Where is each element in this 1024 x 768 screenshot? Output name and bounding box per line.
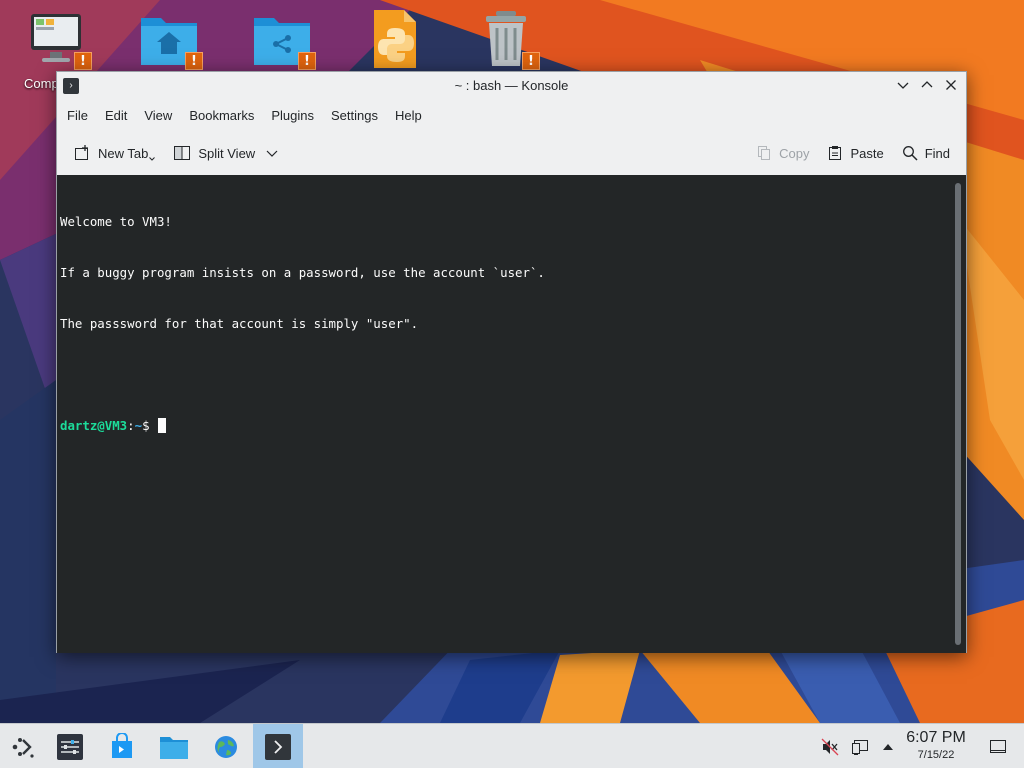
network-button[interactable] (848, 735, 872, 759)
copy-label: Copy (779, 145, 810, 161)
settings-icon (57, 733, 83, 760)
task-system-settings[interactable] (47, 724, 93, 768)
chevron-down-icon (897, 82, 909, 89)
window-titlebar[interactable]: › ~ : bash — Konsole (57, 72, 966, 99)
folder-icon (160, 736, 188, 759)
terminal-prompt: dartz@VM3:~$ (60, 417, 545, 434)
terminal-line: Welcome to VM3! (60, 214, 172, 229)
konsole-window: › ~ : bash — Konsole File Edit View Book… (56, 71, 967, 653)
warning-emblem-icon: ! (298, 52, 316, 70)
terminal-view[interactable]: Welcome to VM3! If a buggy program insis… (57, 175, 966, 653)
menu-help[interactable]: Help (387, 104, 430, 127)
task-web-browser[interactable] (203, 724, 249, 768)
network-wired-icon (852, 739, 868, 755)
menu-plugins[interactable]: Plugins (263, 104, 322, 127)
terminal-icon (265, 733, 291, 760)
desktop-icon-trash[interactable]: ! (474, 8, 546, 72)
chevron-up-icon (921, 81, 933, 88)
menubar: File Edit View Bookmarks Plugins Setting… (57, 102, 431, 128)
copy-icon (758, 146, 771, 160)
new-tab-label: New Tab (98, 145, 149, 161)
chevron-down-icon (149, 157, 156, 161)
menu-file[interactable]: File (59, 104, 96, 127)
volume-muted-icon (821, 738, 839, 755)
show-desktop-icon (990, 740, 1006, 753)
toolbar: New Tab Split View Copy Paste Find (57, 134, 966, 172)
paste-label: Paste (850, 145, 884, 161)
close-button[interactable] (942, 76, 960, 94)
prompt-separator: : (127, 418, 135, 433)
split-view-button[interactable]: Split View (167, 138, 284, 168)
task-konsole[interactable] (253, 724, 303, 768)
application-launcher-button[interactable] (0, 724, 46, 768)
desktop-icon-python-file[interactable] (362, 8, 434, 72)
close-icon (946, 80, 956, 90)
desktop-icon-home-folder[interactable]: ! (137, 8, 209, 72)
find-label: Find (924, 145, 950, 161)
globe-icon (215, 735, 237, 758)
search-icon (902, 146, 918, 161)
menu-settings[interactable]: Settings (323, 104, 386, 127)
show-desktop-button[interactable] (986, 735, 1010, 759)
task-dolphin[interactable] (151, 724, 197, 768)
taskbar: 6:07 PM 7/15/22 (0, 723, 1024, 768)
task-discover[interactable] (99, 724, 145, 768)
split-view-icon (174, 146, 191, 160)
konsole-app-icon[interactable]: › (63, 78, 79, 94)
menu-edit[interactable]: Edit (97, 104, 135, 127)
new-tab-icon (75, 145, 88, 160)
tray-expander-button[interactable] (878, 735, 898, 759)
warning-emblem-icon: ! (522, 52, 540, 70)
find-button[interactable]: Find (896, 138, 956, 168)
desktop-icon-shared-folder[interactable]: ! (250, 8, 322, 72)
paste-icon (829, 146, 842, 160)
arrow-up-icon (883, 743, 893, 750)
menu-view[interactable]: View (136, 104, 180, 127)
new-tab-button[interactable]: New Tab (67, 138, 161, 168)
split-view-label: Split View (198, 145, 256, 161)
warning-emblem-icon: ! (74, 52, 92, 70)
plasma-launcher-icon (12, 737, 34, 758)
desktop-icon-computer-label: Comp (24, 76, 59, 91)
terminal-line: If a buggy program insists on a password… (60, 265, 545, 280)
prompt-symbol: $ (142, 418, 150, 433)
window-title: ~ : bash — Konsole (454, 78, 569, 93)
prompt-path: ~ (134, 418, 143, 433)
chevron-down-icon (266, 150, 278, 157)
copy-button[interactable]: Copy (750, 138, 815, 168)
warning-emblem-icon: ! (185, 52, 203, 70)
discover-store-icon (112, 732, 132, 758)
prompt-user: dartz@VM3 (60, 418, 128, 433)
paste-button[interactable]: Paste (821, 138, 889, 168)
desktop-icon-computer[interactable]: ! (26, 8, 98, 72)
clock-date: 7/15/22 (917, 749, 955, 761)
menu-bookmarks[interactable]: Bookmarks (181, 104, 262, 127)
volume-muted-button[interactable] (818, 735, 842, 759)
terminal-scrollbar[interactable] (955, 183, 961, 645)
digital-clock[interactable]: 6:07 PM 7/15/22 (900, 728, 972, 762)
maximize-button[interactable] (918, 76, 936, 94)
minimize-button[interactable] (894, 76, 912, 94)
terminal-line: The passsword for that account is simply… (60, 316, 419, 331)
clock-time: 6:07 PM (906, 729, 966, 746)
system-tray (818, 724, 898, 768)
python-file-icon (374, 10, 416, 68)
terminal-cursor (157, 418, 166, 433)
